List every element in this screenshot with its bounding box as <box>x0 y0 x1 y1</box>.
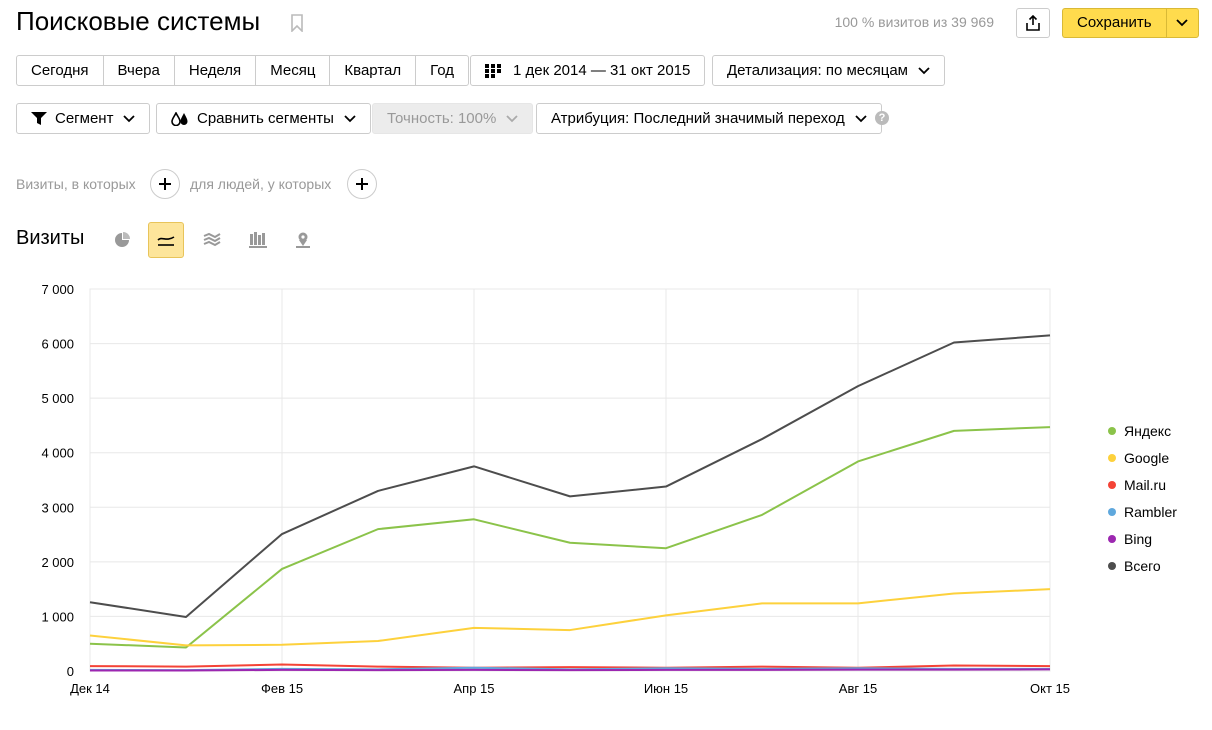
series-line-Mail.ru[interactable] <box>89 663 1051 669</box>
chevron-down-icon <box>344 114 356 122</box>
filter-icon <box>31 111 47 125</box>
period-selector: Сегодня Вчера Неделя Месяц Квартал Год <box>16 55 470 86</box>
share-icon <box>1026 15 1040 31</box>
segment-button[interactable]: Сегмент <box>16 103 151 134</box>
detail-label: Детализация: по месяцам <box>727 62 908 79</box>
legend-label: Bing <box>1124 530 1153 547</box>
chevron-down-icon <box>918 66 930 74</box>
legend-item[interactable]: Rambler <box>1108 498 1177 525</box>
map-glyph <box>296 232 310 248</box>
chart-title: Визиты <box>16 227 85 249</box>
plus-icon <box>356 178 368 190</box>
attribution-dropdown[interactable]: Атрибуция: Последний значимый переход <box>536 103 882 134</box>
legend-label: Google <box>1124 449 1170 466</box>
compare-segments-label: Сравнить сегменты <box>197 110 334 127</box>
segment-label: Сегмент <box>55 110 114 127</box>
attribution-label: Атрибуция: Последний значимый переход <box>551 110 845 127</box>
legend-dot-icon <box>1108 453 1116 462</box>
people-filter-label: для людей, у которых <box>190 176 332 192</box>
page-title: Поисковые системы <box>16 6 261 36</box>
legend-dot-icon <box>1108 534 1116 543</box>
add-visit-condition-button[interactable] <box>150 169 180 199</box>
legend-label: Всего <box>1124 557 1161 574</box>
pie-glyph <box>115 232 130 247</box>
visits-filter-label: Визиты, в которых <box>16 176 136 192</box>
series-line-Всего[interactable] <box>89 334 1051 618</box>
line-glyph <box>157 236 175 246</box>
line-chart: 0 1 000 2 000 3 000 4 000 5 000 6 000 7 000 Дек… <box>41 282 1070 696</box>
legend-dot-icon <box>1108 507 1116 516</box>
y-tick-label: 1 000 <box>41 609 74 624</box>
y-tick-label: 0 <box>67 664 74 679</box>
plus-icon <box>159 178 171 190</box>
chevron-down-icon <box>1176 19 1188 27</box>
x-tick-label: Июн 15 <box>644 681 688 696</box>
bar-chart-icon[interactable] <box>240 222 276 258</box>
detail-dropdown[interactable]: Детализация: по месяцам <box>712 55 945 86</box>
chevron-down-icon <box>855 114 867 122</box>
legend-item[interactable]: Google <box>1108 444 1177 471</box>
chart-legend: Яндекс Google Mail.ru Rambler Bing Всего <box>1108 417 1177 579</box>
period-week-button[interactable]: Неделя <box>173 56 255 85</box>
pie-icon[interactable] <box>104 222 140 258</box>
line-chart-icon[interactable] <box>148 222 184 258</box>
legend-dot-icon <box>1108 561 1116 570</box>
x-tick-label: Апр 15 <box>453 681 494 696</box>
x-tick-label: Окт 15 <box>1030 681 1070 696</box>
y-tick-label: 7 000 <box>41 282 74 297</box>
chevron-down-icon <box>123 114 136 122</box>
area-glyph <box>203 232 221 247</box>
bar-glyph <box>249 232 267 248</box>
save-button[interactable]: Сохранить <box>1062 8 1166 38</box>
legend-label: Rambler <box>1124 503 1177 520</box>
period-quarter-button[interactable]: Квартал <box>329 56 415 85</box>
accuracy-dropdown[interactable]: Точность: 100% <box>372 103 534 134</box>
y-tick-label: 2 000 <box>41 555 74 570</box>
y-tick-label: 3 000 <box>41 500 74 515</box>
period-month-button[interactable]: Месяц <box>255 56 329 85</box>
period-yesterday-button[interactable]: Вчера <box>102 56 174 85</box>
legend-item[interactable]: Яндекс <box>1108 417 1177 444</box>
x-tick-label: Дек 14 <box>70 681 110 696</box>
legend-item[interactable]: Всего <box>1108 552 1177 579</box>
accuracy-label: Точность: 100% <box>387 110 497 127</box>
save-menu-button[interactable] <box>1165 8 1199 38</box>
chevron-down-icon <box>506 114 518 122</box>
bookmark-icon[interactable] <box>290 14 304 32</box>
period-year-button[interactable]: Год <box>415 56 468 85</box>
visits-summary: 100 % визитов из 39 969 <box>834 14 994 30</box>
x-tick-label: Авг 15 <box>839 681 877 696</box>
calendar-icon <box>485 63 501 78</box>
y-tick-label: 4 000 <box>41 446 74 461</box>
legend-item[interactable]: Bing <box>1108 525 1177 552</box>
help-icon[interactable]: ? <box>875 111 889 125</box>
y-tick-label: 5 000 <box>41 391 74 406</box>
date-range-label: 1 дек 2014 — 31 окт 2015 <box>513 62 691 79</box>
y-tick-label: 6 000 <box>41 337 74 352</box>
legend-item[interactable]: Mail.ru <box>1108 471 1177 498</box>
legend-dot-icon <box>1108 480 1116 489</box>
period-today-button[interactable]: Сегодня <box>17 56 103 85</box>
share-button[interactable] <box>1016 8 1050 38</box>
compare-segments-button[interactable]: Сравнить сегменты <box>156 103 371 134</box>
plot-frame <box>89 288 1051 672</box>
legend-dot-icon <box>1108 426 1116 435</box>
legend-label: Mail.ru <box>1124 476 1167 493</box>
date-range-button[interactable]: 1 дек 2014 — 31 окт 2015 <box>470 55 706 86</box>
map-icon[interactable] <box>285 222 321 258</box>
add-people-condition-button[interactable] <box>347 169 377 199</box>
series-line-Google[interactable] <box>89 588 1051 647</box>
x-tick-label: Фев 15 <box>261 681 303 696</box>
drops-icon <box>171 111 188 126</box>
area-chart-icon[interactable] <box>194 222 230 258</box>
series-line-Bing[interactable] <box>90 668 1051 672</box>
legend-label: Яндекс <box>1124 422 1172 439</box>
series-line-Яндекс[interactable] <box>89 426 1051 649</box>
